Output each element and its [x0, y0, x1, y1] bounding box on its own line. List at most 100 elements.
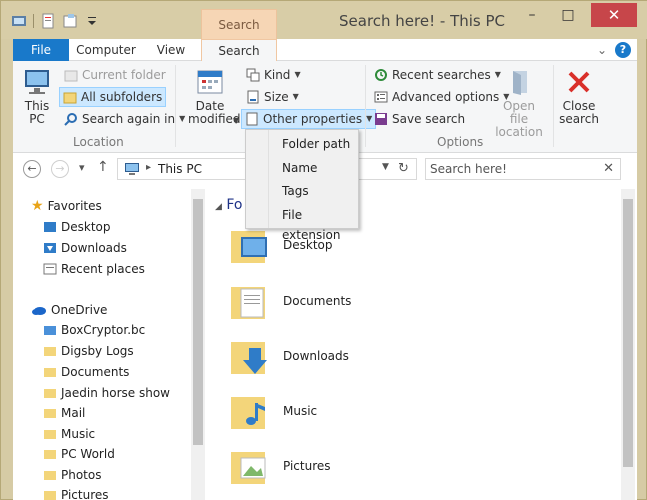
nav-onedrive-item[interactable]: Pictures: [43, 486, 109, 500]
nav-onedrive-item[interactable]: Documents: [43, 363, 129, 381]
help-icon[interactable]: ?: [615, 42, 631, 58]
close-icon: [568, 71, 590, 93]
recent-searches-button[interactable]: Recent searches ▼: [371, 65, 504, 85]
forward-button[interactable]: →: [51, 160, 69, 178]
calendar-icon: [197, 70, 223, 94]
file-item[interactable]: Downloads: [227, 330, 349, 382]
nav-onedrive[interactable]: OneDrive: [31, 301, 107, 319]
folders-section-header[interactable]: ◢ Fo: [215, 197, 243, 213]
recent-places-icon: [43, 263, 57, 275]
close-window-button[interactable]: ✕: [591, 3, 637, 27]
file-item[interactable]: Pictures: [227, 440, 331, 492]
advanced-options-icon: [374, 91, 388, 103]
open-file-location-button[interactable]: Open file location: [493, 67, 545, 139]
nav-favorites[interactable]: ★ Favorites: [31, 197, 102, 215]
size-button[interactable]: Size ▼: [243, 87, 302, 107]
clear-search-icon[interactable]: ✕: [603, 161, 614, 176]
nav-item-label: PC World: [61, 447, 115, 461]
file-item[interactable]: Music: [227, 385, 317, 437]
breadcrumb-chevron-icon[interactable]: ▸: [146, 162, 151, 173]
cloud-icon: [32, 307, 46, 315]
this-pc-icon: [25, 70, 49, 94]
floppy-disk-icon: [375, 113, 387, 125]
search-again-in-label: Search again in: [82, 112, 176, 126]
chevron-down-icon: ▼: [294, 70, 301, 79]
options-group-label: Options: [437, 135, 484, 149]
nav-onedrive-item[interactable]: Mail: [43, 404, 85, 422]
current-folder-button[interactable]: Current folder: [61, 65, 169, 85]
properties-icon[interactable]: [40, 13, 56, 29]
navigation-pane: ★ Favorites Desktop Downloads Recent pla…: [13, 185, 191, 500]
nav-favorites-item[interactable]: Desktop: [43, 218, 111, 236]
collapse-triangle-icon: ◢: [215, 202, 222, 212]
nav-favorites-item[interactable]: Downloads: [43, 239, 127, 257]
nav-item-label: Pictures: [61, 488, 109, 500]
ribbon-separator: [553, 65, 554, 147]
nav-scrollbar-thumb[interactable]: [193, 199, 203, 445]
address-dropdown-icon[interactable]: ▼: [382, 162, 389, 172]
menu-item-folder-path[interactable]: Folder path: [282, 134, 350, 154]
chevron-down-icon: ▼: [292, 92, 299, 101]
breadcrumb-this-pc[interactable]: This PC: [158, 162, 202, 176]
expand-ribbon-icon[interactable]: ⌄: [597, 43, 607, 57]
minimize-button[interactable]: –: [517, 3, 547, 27]
file-pane-scrollbar-thumb[interactable]: [623, 199, 633, 467]
maximize-button[interactable]: □: [553, 3, 583, 27]
file-pane: ◢ Fo Desktop Documents Downloads Music P…: [207, 185, 637, 500]
refresh-icon[interactable]: ↻: [398, 161, 409, 176]
up-arrow-icon[interactable]: ↑: [97, 159, 109, 175]
documents-folder-icon: [231, 287, 265, 319]
nav-item-label: Digsby Logs: [61, 344, 134, 358]
search-input[interactable]: Search here!: [430, 162, 507, 176]
nav-item-label: Desktop: [61, 220, 111, 234]
search-again-in-button[interactable]: Search again in ▼: [61, 109, 188, 129]
date-modified-button[interactable]: Date modified ▼: [181, 67, 241, 126]
kind-button[interactable]: Kind ▼: [243, 65, 304, 85]
nav-onedrive-item[interactable]: BoxCryptor.bc: [43, 321, 145, 339]
desktop-icon: [44, 222, 56, 232]
file-item[interactable]: Documents: [227, 275, 351, 327]
title-bar: Search Tools Search here! - This PC – □ …: [1, 1, 647, 62]
new-folder-icon[interactable]: [62, 13, 78, 29]
nav-onedrive-item[interactable]: Photos: [43, 466, 101, 484]
nav-onedrive-item[interactable]: Jaedin horse show: [43, 384, 170, 402]
tab-view[interactable]: View: [151, 39, 191, 61]
search-box[interactable]: Search here! ✕: [425, 158, 621, 180]
back-button[interactable]: ←: [23, 160, 41, 178]
file-item-label: Downloads: [283, 349, 349, 363]
save-search-label: Save search: [392, 112, 466, 126]
explorer-app-icon[interactable]: [11, 13, 27, 29]
recent-locations-chevron-icon[interactable]: ▾: [79, 161, 85, 174]
pictures-folder-icon: [231, 452, 266, 484]
folder-location-icon: [513, 71, 527, 95]
date-modified-label: Date modified: [188, 99, 241, 126]
menu-item-file-extension[interactable]: File extension: [282, 205, 358, 242]
nav-onedrive-item[interactable]: Music: [43, 425, 95, 443]
save-search-button[interactable]: Save search: [371, 109, 468, 129]
customize-qat-icon[interactable]: [84, 13, 100, 29]
all-subfolders-button[interactable]: All subfolders: [59, 87, 167, 107]
boxcryptor-icon: [44, 326, 56, 335]
menu-item-tags[interactable]: Tags: [282, 181, 309, 201]
nav-item-label: Jaedin horse show: [61, 386, 170, 400]
file-item-label: Music: [283, 404, 318, 418]
nav-favorites-item[interactable]: Recent places: [43, 260, 145, 278]
this-pc-icon: [125, 163, 139, 175]
nav-item-label: Mail: [61, 406, 86, 420]
tab-search[interactable]: Search: [201, 39, 277, 62]
advanced-options-label: Advanced options: [392, 90, 500, 104]
this-pc-button[interactable]: This PC: [19, 67, 55, 126]
file-item-label: Documents: [283, 294, 352, 308]
downloads-icon: [44, 243, 56, 253]
nav-item-label: Music: [61, 427, 96, 441]
current-folder-icon: [64, 70, 78, 82]
all-subfolders-label: All subfolders: [81, 90, 163, 104]
advanced-options-button[interactable]: Advanced options ▼: [371, 87, 512, 107]
nav-onedrive-item[interactable]: PC World: [43, 445, 115, 463]
menu-item-name[interactable]: Name: [282, 158, 317, 178]
nav-onedrive-item[interactable]: Digsby Logs: [43, 342, 134, 360]
tab-computer[interactable]: Computer: [71, 39, 141, 61]
tab-file[interactable]: File: [13, 39, 69, 61]
other-properties-button[interactable]: Other properties ▼: [241, 109, 377, 129]
close-search-button[interactable]: Close search: [557, 67, 601, 126]
